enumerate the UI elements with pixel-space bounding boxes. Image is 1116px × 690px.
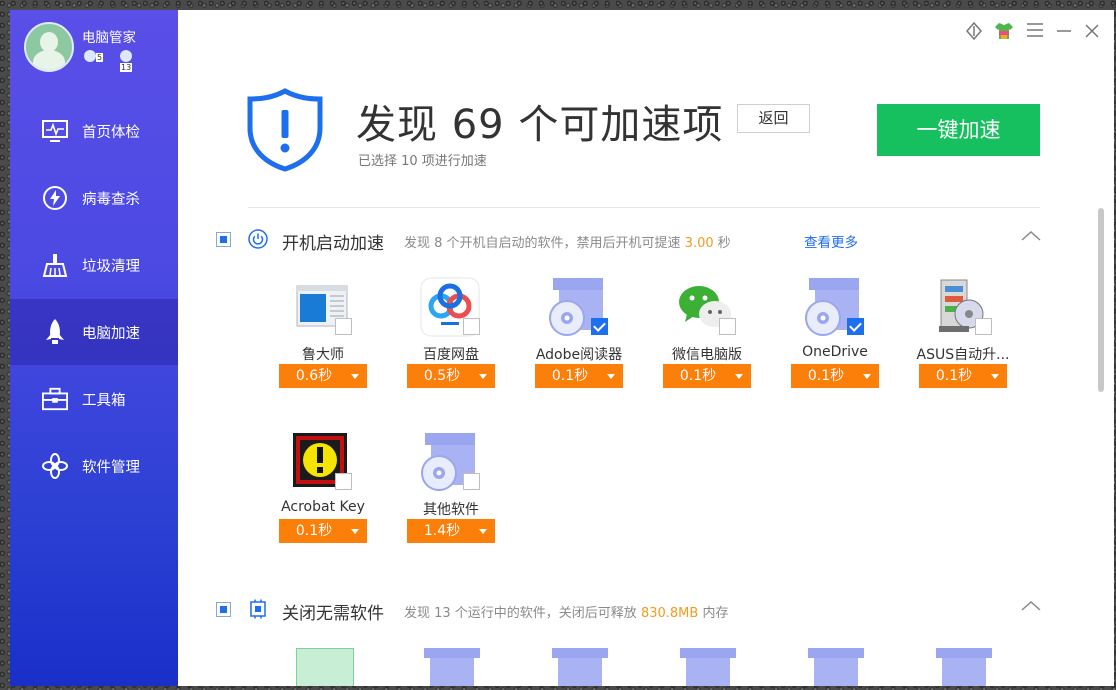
startup-item[interactable]: Adobe阅读器 0.1秒 [519,276,639,406]
shield-alert-icon [246,88,324,176]
startup-item[interactable]: ASUS自动升... 0.1秒 [903,276,1023,406]
item-name: 微信电脑版 [672,347,742,363]
shield-badge-icon [84,50,96,62]
item-checkbox[interactable] [591,318,608,335]
item-checkbox[interactable] [335,318,352,335]
item-name: Acrobat Key [281,499,365,515]
delay-select[interactable]: 0.5秒 [407,364,495,388]
item-name: 鲁大师 [302,347,344,363]
chevron-down-icon [351,374,359,379]
scrollbar-thumb[interactable] [1098,208,1104,392]
page-subtitle: 已选择 10 项进行加速 [358,154,487,169]
sidebar-item-toolbox[interactable]: 工具箱 [10,366,178,432]
item-checkbox[interactable] [975,318,992,335]
sidebar-item-speedup[interactable]: 电脑加速 [10,299,178,365]
skin-icon[interactable] [994,22,1014,42]
item-checkbox[interactable] [719,318,736,335]
sidebar-item-software[interactable]: 软件管理 [10,433,178,499]
item-checkbox[interactable] [463,473,480,490]
sidebar-item-antivirus[interactable]: 病毒查杀 [10,165,178,231]
chevron-down-icon [991,374,999,379]
delay-select[interactable]: 0.6秒 [279,364,367,388]
chevron-down-icon [351,529,359,534]
badge-shield[interactable]: 5 [84,50,104,64]
view-more-link[interactable]: 查看更多 [804,231,858,251]
guard-badge-icon [120,50,132,62]
item-name: 百度网盘 [423,347,479,363]
chevron-down-icon [735,374,743,379]
one-click-speedup-button[interactable]: 一键加速 [877,104,1040,156]
chevron-down-icon [863,374,871,379]
startup-item[interactable]: Acrobat Key 0.1秒 [263,431,383,561]
sidebar: 电脑管家 5 13 首页体检 病毒查杀 垃圾清理 电脑加速 工具箱 软件管理 [10,10,178,686]
section-close-apps-title: 关闭无需软件 [282,604,384,624]
collapse-startup-icon[interactable] [1020,229,1042,247]
sidebar-item-cleanup[interactable]: 垃圾清理 [10,232,178,298]
startup-item[interactable]: 微信电脑版 0.1秒 [647,276,767,406]
back-button[interactable]: 返回 [737,104,810,133]
monitor-icon [42,118,68,144]
delay-select[interactable]: 0.1秒 [279,519,367,543]
avatar[interactable] [24,22,74,72]
chevron-down-icon [607,374,615,379]
toolbox-icon [42,386,68,412]
item-checkbox[interactable] [335,473,352,490]
feedback-icon[interactable] [964,21,984,42]
close-icon[interactable] [1082,22,1102,42]
chip-icon [248,599,268,623]
page-title: 发现 69 个可加速项 [356,102,724,148]
lightning-icon [42,185,68,211]
broom-icon [42,252,68,278]
startup-item[interactable]: OneDrive 0.1秒 [775,276,895,406]
item-name: OneDrive [802,344,868,360]
startup-item[interactable]: 其他软件 1.4秒 [391,431,511,561]
main-window: 电脑管家 5 13 首页体检 病毒查杀 垃圾清理 电脑加速 工具箱 软件管理 发… [10,10,1114,686]
delay-select[interactable]: 0.1秒 [791,364,879,388]
item-checkbox[interactable] [847,318,864,335]
apps-icon [42,453,68,479]
power-icon [248,229,268,253]
item-name: Adobe阅读器 [535,347,623,363]
startup-item[interactable]: 百度网盘 0.5秒 [391,276,511,406]
delay-select[interactable]: 0.1秒 [663,364,751,388]
chevron-down-icon [479,374,487,379]
section-close-apps-desc: 发现 13 个运行中的软件，关闭后可释放 830.8MB 内存 [404,606,729,621]
section-startup-checkbox[interactable] [216,232,231,247]
badge-guard[interactable]: 13 [120,50,140,72]
generic-install-icon [424,648,480,658]
menu-icon[interactable] [1025,22,1045,42]
generic-install-icon [936,648,992,658]
collapse-close-apps-icon[interactable] [1020,599,1042,617]
delay-select[interactable]: 1.4秒 [407,519,495,543]
chevron-down-icon [479,529,487,534]
generic-install-icon [680,648,736,658]
sidebar-item-checkup[interactable]: 首页体检 [10,98,178,164]
app-thumbnail-icon [296,648,354,686]
item-name: 其他软件 [423,502,479,518]
delay-select[interactable]: 0.1秒 [535,364,623,388]
generic-install-icon [552,648,608,658]
rocket-icon [42,319,68,345]
minimize-icon[interactable] [1054,22,1074,42]
item-checkbox[interactable] [463,318,480,335]
generic-install-icon [808,648,864,658]
delay-select[interactable]: 0.1秒 [919,364,1007,388]
startup-item[interactable]: 鲁大师 0.6秒 [263,276,383,406]
item-name: ASUS自动升... [916,347,1010,363]
app-title: 电脑管家 [82,30,136,46]
divider [248,207,1040,208]
section-startup-desc: 发现 8 个开机自启动的软件，禁用后开机可提速 3.00 秒 [404,236,731,251]
section-close-apps-checkbox[interactable] [216,602,231,617]
section-startup-title: 开机启动加速 [282,234,384,254]
